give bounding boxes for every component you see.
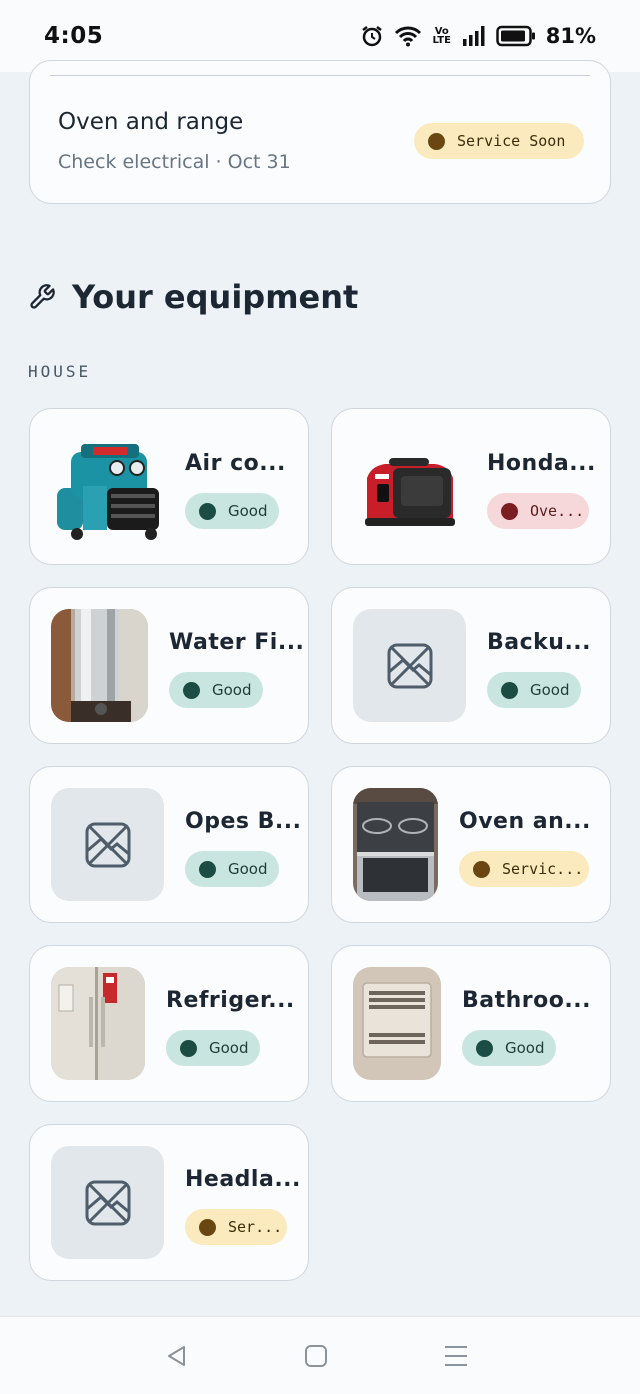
image-placeholder-icon: [51, 788, 164, 901]
status-badge: Good: [185, 493, 279, 529]
status-badge: Good: [169, 672, 263, 708]
status-dot: [199, 502, 216, 520]
image-placeholder-icon: [353, 609, 466, 722]
status-dot: [501, 502, 518, 520]
status-dot: [476, 1039, 493, 1057]
status-label: Good: [209, 1039, 249, 1057]
equipment-card-refrigerator[interactable]: Refriger... Good: [29, 945, 309, 1102]
water-filter-photo: [51, 609, 148, 722]
equipment-card-headlamp[interactable]: Headla... Ser...: [29, 1124, 309, 1281]
volte-indicator: Vo LTE: [432, 26, 451, 46]
equipment-card-air-compressor[interactable]: Air co... Good: [29, 408, 309, 565]
equipment-name: Air co...: [185, 451, 286, 476]
equipment-name: Backu...: [487, 630, 592, 655]
back-icon[interactable]: [164, 1343, 190, 1369]
status-label: Ser...: [228, 1218, 283, 1236]
equipment-name: Honda...: [487, 451, 596, 476]
status-dot: [501, 681, 518, 699]
menu-icon[interactable]: [444, 1343, 468, 1369]
section-title: Your equipment: [72, 278, 359, 316]
equipment-name: Refriger...: [166, 988, 295, 1013]
equipment-card-generator[interactable]: Honda... Ove...: [331, 408, 611, 565]
status-label: Good: [212, 681, 252, 699]
refrigerator-photo: [51, 967, 145, 1080]
status-dot: [199, 1218, 216, 1236]
bathroom-fan-photo: [353, 967, 441, 1080]
battery-percent: 81%: [545, 24, 596, 48]
equipment-name: Oven an...: [459, 809, 591, 834]
air-compressor-photo: [51, 430, 164, 543]
signal-icon: [462, 26, 485, 46]
status-dot: [183, 681, 200, 699]
group-label: HOUSE: [28, 362, 92, 381]
oven-photo: [353, 788, 438, 901]
status-label: Good: [228, 502, 268, 520]
service-title: Oven and range: [58, 109, 244, 135]
equipment-card-backup[interactable]: Backu... Good: [331, 587, 611, 744]
battery-icon: [495, 25, 535, 47]
status-dot: [428, 132, 445, 150]
status-label: Ove...: [530, 502, 585, 520]
equipment-name: Bathroo...: [462, 988, 591, 1013]
status-badge: Good: [185, 851, 279, 887]
status-badge: Service Soon: [414, 123, 584, 159]
service-subtitle: Check electrical · Oct 31: [58, 151, 291, 173]
equipment-card-opes[interactable]: Opes B... Good: [29, 766, 309, 923]
status-dot: [473, 860, 490, 878]
wifi-icon: [394, 26, 421, 47]
alarm-icon: [361, 26, 382, 47]
status-badge: Servic...: [459, 851, 589, 887]
equipment-name: Water Fi...: [169, 630, 305, 655]
status-badge: Good: [462, 1030, 556, 1066]
status-label: Service Soon: [457, 132, 566, 150]
status-dot: [199, 860, 216, 878]
image-placeholder-icon: [51, 1146, 164, 1259]
card-divider: [50, 75, 590, 76]
status-icons: Vo LTE 81%: [360, 24, 596, 48]
equipment-name: Headla...: [185, 1167, 301, 1192]
equipment-card-water-filter[interactable]: Water Fi... Good: [29, 587, 309, 744]
section-header: Your equipment: [28, 278, 358, 316]
status-dot: [180, 1039, 197, 1057]
upcoming-service-card[interactable]: Oven and range Check electrical · Oct 31…: [29, 60, 611, 204]
equipment-card-oven[interactable]: Oven an... Servic...: [331, 766, 611, 923]
status-label: Good: [228, 860, 268, 878]
status-badge: Ove...: [487, 493, 589, 529]
equipment-card-bathroom-fan[interactable]: Bathroo... Good: [331, 945, 611, 1102]
status-badge: Good: [487, 672, 581, 708]
status-time: 4:05: [44, 23, 104, 49]
wrench-icon: [30, 284, 55, 309]
status-label: Servic...: [502, 860, 584, 878]
status-label: Good: [530, 681, 570, 699]
system-nav-bar: [0, 1316, 640, 1394]
status-badge: Good: [166, 1030, 260, 1066]
generator-photo: [353, 430, 466, 543]
equipment-name: Opes B...: [185, 809, 302, 834]
status-badge: Ser...: [185, 1209, 287, 1245]
home-icon[interactable]: [304, 1343, 328, 1369]
status-label: Good: [505, 1039, 545, 1057]
